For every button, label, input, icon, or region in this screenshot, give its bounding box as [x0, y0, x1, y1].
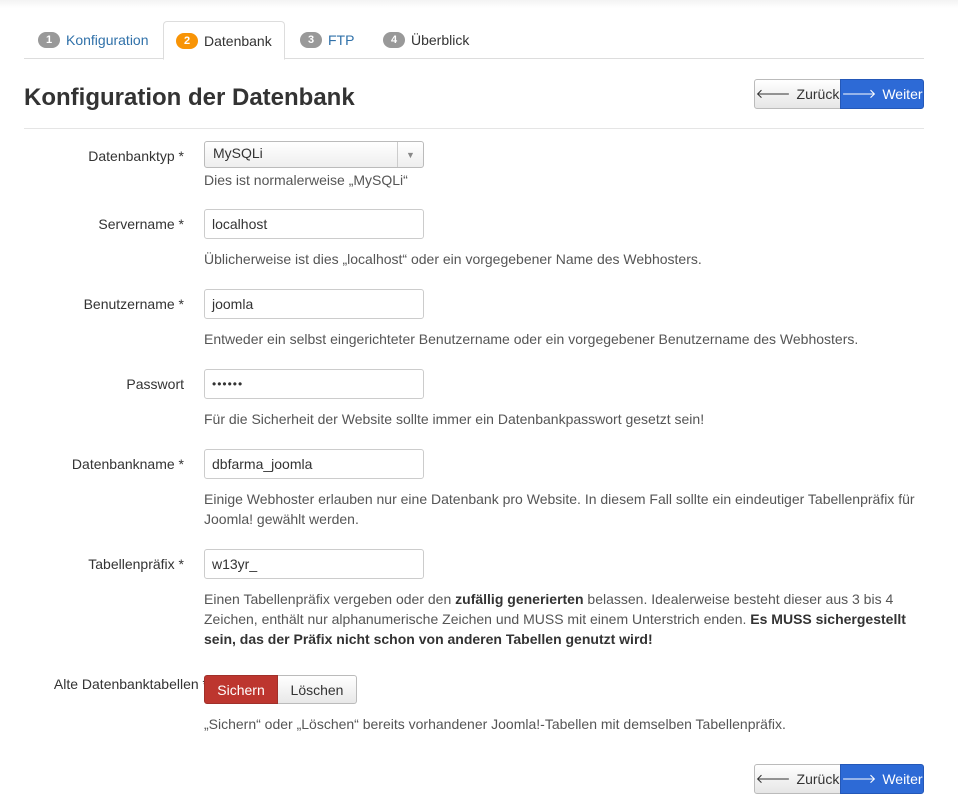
user-input[interactable]: joomla: [204, 289, 424, 319]
step-tabs: 1 Konfiguration 2 Datenbank 3 FTP 4 Über…: [24, 21, 924, 60]
db-type-value: MySQLi: [213, 145, 263, 161]
db-name-input[interactable]: dbfarma_joomla: [204, 449, 424, 479]
db-name-help-line-2: Joomla! gewählt werden.: [204, 511, 359, 527]
server-label: Servername *: [98, 216, 184, 232]
back-button-label: Zurück: [796, 86, 840, 102]
tab-ftp[interactable]: 3 FTP: [300, 21, 354, 59]
old-tables-help: „Sichern“ oder „Löschen“ bereits vorhand…: [204, 716, 786, 732]
arrow-right-icon: 🡒: [841, 771, 877, 786]
delete-option-button[interactable]: Löschen: [278, 675, 357, 704]
arrow-right-icon: 🡒: [841, 86, 877, 101]
step-number-badge: 4: [383, 32, 405, 48]
prefix-input[interactable]: w13yr_: [204, 549, 424, 579]
divider: [24, 128, 924, 129]
bottom-navigation-buttons: 🡐 Zurück 🡒 Weiter: [754, 764, 924, 794]
db-type-help: Dies ist normalerweise „MySQLi“: [204, 172, 408, 188]
back-button-bottom[interactable]: 🡐 Zurück: [754, 764, 841, 794]
password-input[interactable]: ••••••: [204, 369, 424, 399]
backup-option-button[interactable]: Sichern: [204, 675, 278, 704]
tab-label: Datenbank: [204, 32, 272, 49]
user-label: Benutzername *: [83, 296, 184, 312]
db-type-label: Datenbanktyp *: [88, 148, 184, 164]
prefix-help-text-a: Einen Tabellenpräfix vergeben oder den: [204, 591, 456, 607]
next-button-label: Weiter: [882, 86, 923, 102]
tab-label: FTP: [328, 32, 355, 48]
arrow-left-icon: 🡐: [755, 86, 791, 101]
chevron-down-icon: ▼: [397, 142, 423, 167]
step-number-badge: 3: [300, 32, 322, 48]
prefix-label: Tabellenpräfix *: [88, 556, 184, 572]
password-help: Für die Sicherheit der Website sollte im…: [204, 411, 705, 427]
server-input[interactable]: localhost: [204, 209, 424, 239]
tab-label: Konfiguration: [66, 32, 149, 48]
arrow-left-icon: 🡐: [755, 771, 791, 786]
tab-datenbank[interactable]: 2 Datenbank: [163, 21, 285, 60]
tab-ueberblick[interactable]: 4 Überblick: [383, 21, 469, 59]
back-button[interactable]: 🡐 Zurück: [754, 79, 841, 109]
password-label: Passwort: [126, 376, 184, 392]
prefix-help-bold-1: zufällig generierten: [455, 591, 584, 607]
top-navigation-buttons: 🡐 Zurück 🡒 Weiter: [754, 79, 924, 109]
user-help: Entweder ein selbst eingerichteter Benut…: [204, 331, 859, 347]
server-help: Üblicherweise ist dies „localhost“ oder …: [204, 251, 702, 267]
top-shadow: [0, 0, 958, 8]
step-number-badge: 2: [176, 32, 198, 49]
tab-konfiguration[interactable]: 1 Konfiguration: [38, 21, 149, 59]
tab-label: Überblick: [411, 32, 470, 48]
db-name-help-line-1: Einige Webhoster erlauben nur eine Daten…: [204, 491, 915, 507]
old-tables-toggle: Sichern Löschen: [204, 675, 357, 704]
db-name-label: Datenbankname *: [71, 456, 184, 472]
prefix-help: Einen Tabellenpräfix vergeben oder den z…: [204, 589, 912, 649]
db-name-help: Einige Webhoster erlauben nur eine Daten…: [204, 489, 924, 529]
step-number-badge: 1: [38, 32, 60, 48]
next-button[interactable]: 🡒 Weiter: [840, 79, 924, 109]
page-title: Konfiguration der Datenbank: [24, 84, 355, 111]
next-button-label: Weiter: [882, 771, 923, 787]
db-type-select[interactable]: MySQLi ▼: [204, 141, 424, 168]
next-button-bottom[interactable]: 🡒 Weiter: [840, 764, 924, 794]
old-tables-label: Alte Datenbanktabellen *: [53, 676, 208, 692]
back-button-label: Zurück: [796, 771, 840, 787]
